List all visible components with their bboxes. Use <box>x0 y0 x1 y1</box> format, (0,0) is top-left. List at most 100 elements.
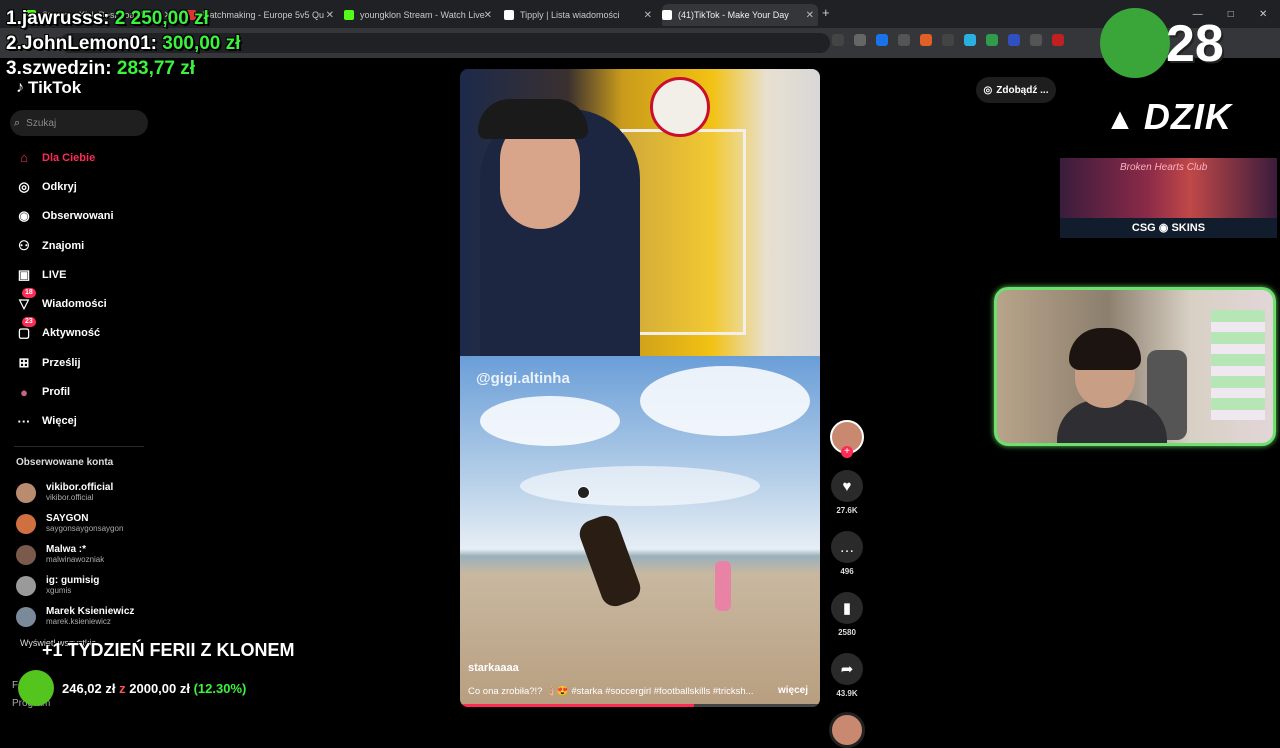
extension-icon[interactable] <box>920 34 932 46</box>
shelf <box>1211 310 1265 420</box>
sidebar-item-live[interactable]: ▣ LIVE <box>14 260 114 289</box>
streamer-webcam <box>994 287 1276 446</box>
video-watermark: @gigi.altinha <box>476 370 570 387</box>
close-window-button[interactable]: ✕ <box>1259 9 1267 20</box>
tiktok-icon <box>662 10 672 20</box>
followed-account[interactable]: SAYGON saygonsaygonsaygon <box>16 508 134 539</box>
extension-icon[interactable] <box>1030 34 1042 46</box>
ball <box>577 486 590 499</box>
sidebar-item-odkryj[interactable]: ◎ Odkryj <box>14 172 114 201</box>
tab-close-icon[interactable]: ✕ <box>806 10 814 21</box>
tab-tiktok[interactable]: (41)TikTok - Make Your Day ✕ <box>662 4 818 26</box>
music-disc-icon[interactable] <box>829 712 865 748</box>
sidebar-item-profil[interactable]: ● Profil <box>14 377 114 406</box>
donor-row: 3.szwedzin: 283,77 zł <box>6 58 196 79</box>
video-progress[interactable] <box>460 704 820 707</box>
tipply-icon <box>504 10 514 20</box>
sidebar-item-aktywnosc[interactable]: ▢ 23 Aktywność <box>14 317 114 348</box>
followed-accounts-title: Obserwowane konta <box>16 457 114 468</box>
goal-title: +1 TYDZIEŃ FERII Z KLONEM <box>42 640 295 660</box>
streamer-logo-icon <box>1100 8 1170 78</box>
comment-count: 496 <box>840 567 854 576</box>
donor-row: 1.jawrusss: 2 250,00 zł <box>6 8 209 29</box>
counter-number: 28 <box>1166 15 1224 73</box>
extension-icon[interactable] <box>1008 34 1020 46</box>
goal-connector: z <box>119 680 126 696</box>
followed-account[interactable]: Malwa :* malwinawozniak <box>16 539 134 570</box>
coin-icon: ◎ <box>983 84 993 96</box>
share-icon: ➦ <box>840 661 854 678</box>
followed-account[interactable]: ig: gumisig xgumis <box>16 570 134 601</box>
goal-icon <box>18 670 54 706</box>
tab-close-icon[interactable]: ✕ <box>644 10 652 21</box>
football-decoration <box>650 77 710 137</box>
video-bottom-frame: @gigi.altinha <box>460 356 820 707</box>
star-icon[interactable] <box>854 34 866 46</box>
new-tab-button[interactable]: + <box>822 5 830 20</box>
avatar <box>16 575 36 596</box>
followed-account[interactable]: Marek Ksieniewicz marek.ksieniewicz <box>16 601 134 632</box>
extension-icon[interactable] <box>942 34 954 46</box>
extension-icon[interactable] <box>876 34 888 46</box>
sidebar-item-przeslij[interactable]: ⊞ Prześlij <box>14 348 114 377</box>
video-author[interactable]: starkaaaa <box>468 662 519 674</box>
video-caption: Co ona zrobiła?!? 👌🏼😍 #starka #soccergir… <box>468 686 754 697</box>
share-button[interactable]: ➦ <box>831 653 863 685</box>
followed-account[interactable]: vikibor.official vikibor.official <box>16 477 134 508</box>
extension-icon[interactable] <box>898 34 910 46</box>
extension-icon[interactable] <box>964 34 976 46</box>
messages-icon: ▽ 18 <box>14 288 36 314</box>
sidebar-item-obserwowani[interactable]: ◉ Obserwowani <box>14 202 113 231</box>
player <box>575 511 645 611</box>
sidebar-item-znajomi[interactable]: ⚇ Znajomi <box>14 231 114 260</box>
bookmark-icon: ▮ <box>842 600 852 617</box>
like-button[interactable]: ♥ <box>831 470 863 502</box>
action-rail: + ♥ 27.6K … 496 ▮ 2580 ➦ 43.9K <box>829 420 865 748</box>
avatar <box>16 513 36 534</box>
extension-icons <box>832 34 1064 46</box>
install-icon[interactable] <box>832 34 844 46</box>
tab-tipply[interactable]: Tipply | Lista wiadomości ✕ <box>504 4 656 26</box>
following-icon: ◉ <box>18 208 30 224</box>
sidebar-item-dla-ciebie[interactable]: ⌂ Dla Ciebie <box>14 143 114 172</box>
sidebar-item-wiecej[interactable]: ··· Więcej <box>14 407 114 436</box>
get-coins-button[interactable]: ◎ Zdobądź ... <box>976 77 1056 103</box>
follow-plus-icon[interactable]: + <box>841 446 853 458</box>
maximize-button[interactable]: □ <box>1228 9 1234 20</box>
goal-target: 2000,00 zł <box>129 680 190 696</box>
comment-button[interactable]: … <box>831 531 863 563</box>
activity-icon: ▢ 23 <box>14 317 36 343</box>
cap <box>478 99 588 139</box>
followed-accounts-list: vikibor.official vikibor.official SAYGON… <box>16 477 134 632</box>
tab-close-icon[interactable]: ✕ <box>484 10 492 21</box>
avatar <box>16 544 36 565</box>
tab-youngklon-stream[interactable]: youngklon Stream - Watch Live ✕ <box>344 4 496 26</box>
compass-icon: ◎ <box>18 178 30 194</box>
caption-more-link[interactable]: więcej <box>778 685 808 696</box>
csg-skins-logo: CSG ◉ SKINS <box>1060 218 1277 238</box>
extension-icon[interactable] <box>1052 34 1064 46</box>
cloud <box>640 366 810 436</box>
upload-icon: ⊞ <box>18 354 30 370</box>
video-player[interactable]: @gigi.altinha starkaaaa Co ona zrobiła?!… <box>460 69 820 707</box>
sponsor-panel: ▲ DZIK Broken Hearts Club CSG ◉ SKINS <box>1060 86 1277 238</box>
sidebar-item-wiadomosci[interactable]: ▽ 18 Wiadomości <box>14 288 114 318</box>
cloud <box>520 466 760 506</box>
messages-badge: 18 <box>22 288 36 299</box>
friends-icon: ⚇ <box>18 237 30 253</box>
extension-icon[interactable] <box>986 34 998 46</box>
save-count: 2580 <box>838 628 856 637</box>
search-input[interactable]: ⌕ Szukaj <box>10 110 148 136</box>
avatar <box>16 482 36 503</box>
save-button[interactable]: ▮ <box>831 592 863 624</box>
donation-goal: 246,02 zł z 2000,00 zł (12.30%) <box>18 668 270 708</box>
cloud <box>480 396 620 446</box>
activity-badge: 23 <box>22 317 36 328</box>
donor-row: 2.JohnLemon01: 300,00 zł <box>6 33 241 54</box>
divider <box>14 446 144 447</box>
share-count: 43.9K <box>836 689 858 698</box>
tab-close-icon[interactable]: ✕ <box>326 10 334 21</box>
like-count: 27.6K <box>836 506 858 515</box>
tiktok-logo[interactable]: ♪ TikTok <box>16 78 81 98</box>
creator-avatar[interactable]: + <box>830 420 864 458</box>
